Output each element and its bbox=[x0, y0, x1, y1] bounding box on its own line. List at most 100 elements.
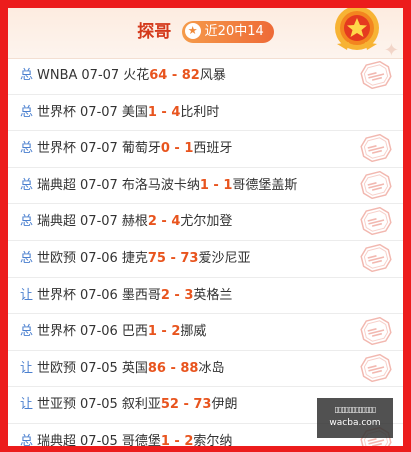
home-score: 52 bbox=[160, 397, 179, 413]
match-list: 总 WNBA 07-07 火花64 - 82风暴总世界杯 07-07 美国1 - 4比利时… bbox=[8, 58, 403, 449]
expert-name[interactable]: 探哥 bbox=[137, 20, 171, 44]
score-separator: - bbox=[156, 214, 172, 230]
record-text: 近20中14 bbox=[204, 24, 264, 39]
home-team: 火花 bbox=[123, 68, 150, 83]
score-separator: - bbox=[156, 324, 172, 340]
match-row[interactable]: 总世界杯 07-07 葡萄牙0 - 1西班牙 bbox=[8, 131, 403, 168]
match-league: 瑞典超 bbox=[37, 214, 77, 230]
home-score: 0 bbox=[160, 141, 170, 157]
score-separator: - bbox=[169, 287, 185, 303]
home-score: 1 bbox=[147, 104, 157, 120]
expert-card: 探哥 ★ 近20中14 ✦ 总 WNBA 07-07 火花64 - 82风暴总世界杯 07… bbox=[0, 0, 411, 452]
match-type: 总 bbox=[20, 141, 34, 157]
match-type: 让 bbox=[20, 397, 34, 413]
match-row[interactable]: 总 WNBA 07-07 火花64 - 82风暴 bbox=[8, 58, 403, 95]
hit-stamp-icon bbox=[360, 134, 392, 163]
home-team: 赫根 bbox=[121, 214, 148, 230]
match-type: 总 bbox=[20, 250, 34, 266]
match-row[interactable]: 总世界杯 07-07 美国1 - 4比利时 bbox=[8, 95, 403, 132]
away-team: 爱沙尼亚 bbox=[198, 250, 251, 266]
match-date: 07-06 bbox=[80, 324, 118, 340]
score-separator: - bbox=[178, 397, 194, 413]
match-row[interactable]: 总瑞典超 07-07 布洛马波卡纳1 - 1哥德堡盖斯 bbox=[8, 168, 403, 205]
match-league: 世亚预 bbox=[37, 397, 77, 413]
home-team: 巴西 bbox=[121, 324, 148, 340]
match-league: WNBA bbox=[37, 68, 78, 83]
match-row[interactable]: 总世界杯 07-06 巴西1 - 2挪威 bbox=[8, 314, 403, 351]
away-team: 风暴 bbox=[199, 68, 226, 83]
match-date: 07-06 bbox=[80, 287, 118, 303]
score-separator: - bbox=[165, 360, 181, 376]
home-team: 哥德堡 bbox=[121, 433, 161, 449]
match-type: 总 bbox=[20, 324, 34, 340]
score-separator: - bbox=[208, 177, 224, 193]
home-score: 86 bbox=[147, 360, 166, 376]
match-date: 07-07 bbox=[80, 141, 118, 157]
home-score: 64 bbox=[149, 68, 168, 83]
watermark-domain: wacba.com bbox=[329, 418, 381, 428]
away-score: 82 bbox=[181, 68, 200, 83]
away-team: 伊朗 bbox=[211, 397, 238, 413]
home-team: 英国 bbox=[121, 360, 148, 376]
home-score: 1 bbox=[147, 324, 157, 340]
away-score: 73 bbox=[180, 250, 199, 266]
match-row[interactable]: 总世欧预 07-06 捷克75 - 73爱沙尼亚 bbox=[8, 241, 403, 278]
watermark: ▯▯▯▯▯▯▯▯▯▯▯▯ wacba.com bbox=[317, 398, 393, 438]
match-row[interactable]: 让世界杯 07-06 墨西哥2 - 3英格兰 bbox=[8, 278, 403, 315]
home-score: 1 bbox=[199, 177, 209, 193]
match-date: 07-05 bbox=[80, 433, 118, 449]
match-row[interactable]: 总瑞典超 07-07 赫根2 - 4尤尔加登 bbox=[8, 204, 403, 241]
score-separator: - bbox=[169, 433, 185, 449]
match-date: 07-07 bbox=[80, 177, 118, 193]
home-score: 1 bbox=[160, 433, 170, 449]
away-team: 西班牙 bbox=[193, 141, 233, 157]
match-date: 07-05 bbox=[80, 397, 118, 413]
home-score: 75 bbox=[147, 250, 166, 266]
away-score: 73 bbox=[193, 397, 212, 413]
score-separator: - bbox=[169, 141, 185, 157]
match-type: 总 bbox=[20, 214, 34, 230]
score-separator: - bbox=[167, 68, 182, 83]
record-badge: ★ 近20中14 bbox=[181, 21, 274, 43]
away-team: 比利时 bbox=[180, 104, 220, 120]
watermark-text: ▯▯▯▯▯▯▯▯▯▯▯▯ bbox=[334, 405, 377, 414]
match-row[interactable]: 让世欧预 07-05 英国86 - 88冰岛 bbox=[8, 351, 403, 388]
card-header: 探哥 ★ 近20中14 ✦ bbox=[8, 8, 403, 60]
home-team: 葡萄牙 bbox=[121, 141, 161, 157]
match-league: 世欧预 bbox=[37, 360, 77, 376]
match-league: 世界杯 bbox=[37, 287, 77, 303]
gold-star-medal-icon bbox=[335, 8, 379, 50]
hit-stamp-icon bbox=[360, 353, 392, 382]
match-league: 世界杯 bbox=[37, 104, 77, 120]
hit-stamp-icon bbox=[360, 207, 392, 236]
match-type: 让 bbox=[20, 287, 34, 303]
away-score: 88 bbox=[180, 360, 199, 376]
away-team: 挪威 bbox=[180, 324, 207, 340]
match-date: 07-05 bbox=[80, 360, 118, 376]
hit-stamp-icon bbox=[360, 243, 392, 273]
home-team: 墨西哥 bbox=[121, 287, 161, 303]
away-team: 哥德堡盖斯 bbox=[232, 177, 298, 193]
match-league: 世欧预 bbox=[37, 250, 77, 266]
match-date: 07-07 bbox=[80, 104, 118, 120]
star-icon: ★ bbox=[184, 22, 201, 39]
home-score: 2 bbox=[147, 214, 157, 230]
home-team: 捷克 bbox=[121, 250, 148, 266]
away-team: 尤尔加登 bbox=[180, 214, 233, 230]
match-league: 世界杯 bbox=[37, 141, 77, 157]
hit-stamp-icon bbox=[360, 317, 392, 346]
home-score: 2 bbox=[160, 287, 170, 303]
match-type: 总 bbox=[20, 68, 34, 83]
match-league: 世界杯 bbox=[37, 324, 77, 340]
away-team: 索尔纳 bbox=[193, 433, 233, 449]
hit-stamp-icon bbox=[360, 170, 392, 199]
match-type: 总 bbox=[20, 177, 34, 193]
score-separator: - bbox=[165, 250, 181, 266]
away-team: 英格兰 bbox=[193, 287, 233, 303]
match-date: 07-07 bbox=[80, 214, 118, 230]
home-team: 布洛马波卡纳 bbox=[121, 177, 200, 193]
match-type: 总 bbox=[20, 433, 34, 449]
home-team: 美国 bbox=[121, 104, 148, 120]
score-separator: - bbox=[156, 104, 172, 120]
match-type: 总 bbox=[20, 104, 34, 120]
